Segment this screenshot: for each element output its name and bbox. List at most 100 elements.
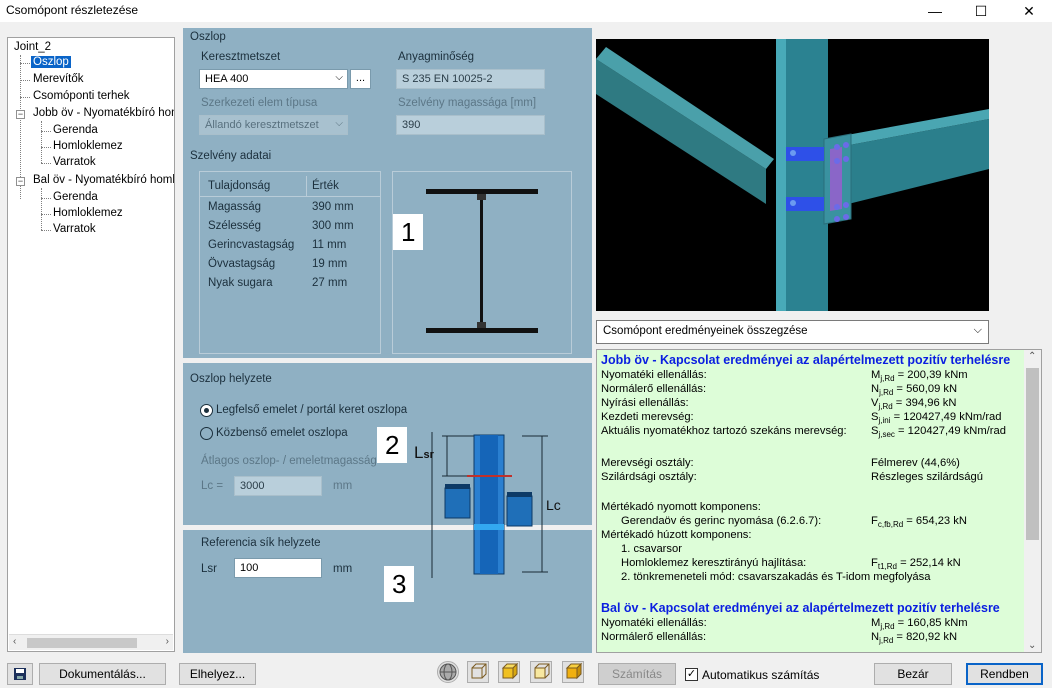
i-beam-icon [426, 189, 538, 333]
calculate-button[interactable]: Számítás [598, 663, 676, 685]
tree-item-varratok-right[interactable]: Varratok [53, 156, 96, 168]
radio-top-floor[interactable] [200, 404, 213, 417]
table-cell: 19 mm [312, 258, 348, 270]
tree-item-terhek[interactable]: Csomóponti terhek [33, 90, 130, 102]
tree-item-homloklemez-right[interactable]: Homloklemez [53, 140, 123, 152]
results-panel[interactable]: Jobb öv - Kapcsolat eredményei az alapér… [596, 349, 1042, 653]
result-value: Vj,Rd = 394,96 kN [871, 397, 957, 412]
scroll-thumb[interactable] [1026, 368, 1039, 540]
avg-height-label: Átlagos oszlop- / emeletmagasság [201, 455, 377, 467]
result-label: Nyomatéki ellenállás: [601, 617, 707, 629]
table-cell: 390 mm [312, 201, 354, 213]
wireframe-view-icon[interactable] [467, 661, 489, 683]
cross-section-value: HEA 400 [205, 73, 249, 85]
element-type-select[interactable]: Állandó keresztmetszet ⌵ [199, 115, 348, 135]
close-window-button[interactable]: ✕ [1006, 0, 1052, 22]
place-button[interactable]: Elhelyez... [179, 663, 256, 685]
lc-label: Lc = [201, 480, 224, 492]
tree-item-varratok-left[interactable]: Varratok [53, 223, 96, 235]
table-row: Övvastagság [208, 258, 276, 270]
material-field[interactable]: S 235 EN 10025-2 [396, 69, 545, 89]
title-bar: Csomópont részletezése — ☐ ✕ [0, 0, 1052, 22]
tree-item-oszlop[interactable]: Oszlop [31, 56, 71, 68]
render-globe-icon[interactable] [437, 661, 459, 683]
tension-item: Homloklemez keresztirányú hajlítása: [621, 557, 807, 569]
maximize-button[interactable]: ☐ [958, 0, 1004, 22]
result-value: Mj,Rd = 200,39 kNm [871, 369, 968, 384]
radio-mid-floor[interactable] [200, 427, 213, 440]
scroll-thumb[interactable] [27, 638, 137, 648]
result-value: Nj,Rd = 560,09 kN [871, 383, 958, 398]
marker-1: 1 [393, 214, 424, 250]
joint-tree[interactable]: Joint_2 Oszlop Merevítők Csomóponti terh… [7, 37, 175, 652]
collapse-icon[interactable]: − [16, 110, 25, 119]
transparent-view-icon[interactable] [530, 661, 552, 683]
compression-label: Mértékadó nyomott komponens: [601, 501, 761, 513]
close-button[interactable]: Bezár [874, 663, 952, 685]
collapse-icon[interactable]: − [16, 177, 25, 186]
results-vertical-scrollbar[interactable]: ⌃ ⌄ [1024, 350, 1041, 652]
scroll-right-icon[interactable]: › [166, 636, 169, 647]
element-type-label: Szerkezeti elem típusa [201, 97, 318, 109]
scroll-up-icon[interactable]: ⌃ [1028, 351, 1036, 362]
compression-item: Gerendaöv és gerinc nyomása (6.2.6.7): [621, 515, 822, 527]
lc-diagram-label: Lc [546, 497, 561, 513]
tree-item-merevitok[interactable]: Merevítők [33, 73, 84, 85]
table-cell: 300 mm [312, 220, 354, 232]
result-label: Normálerő ellenállás: [601, 631, 707, 643]
browse-section-button[interactable]: ... [350, 69, 371, 89]
col-value-header: Érték [312, 180, 339, 192]
chevron-down-icon: ⌵ [335, 118, 343, 129]
result-label: Nyírási ellenállás: [601, 397, 689, 409]
summary-select[interactable]: Csomópont eredményeinek összegzése ⌵ [596, 320, 989, 344]
cross-section-select[interactable]: HEA 400 ⌵ [199, 69, 348, 89]
3d-view[interactable] [596, 39, 989, 311]
tree-item-gerenda-right[interactable]: Gerenda [53, 124, 98, 136]
lsr-diagram-label: Lsr [414, 443, 434, 462]
tension-row: 1. csavarsor [621, 543, 682, 555]
tree-item-homloklemez-left[interactable]: Homloklemez [53, 207, 123, 219]
result-value: Mj,Rd = 160,85 kNm [871, 617, 968, 632]
col-property-header: Tulajdonság [208, 180, 271, 192]
material-label: Anyagminőség [398, 51, 475, 63]
minimize-button[interactable]: — [912, 0, 958, 22]
tree-item-gerenda-left[interactable]: Gerenda [53, 191, 98, 203]
save-button[interactable] [7, 663, 33, 685]
marker-2: 2 [377, 427, 408, 463]
ok-button[interactable]: Rendben [966, 663, 1043, 685]
checkmark-icon: ✓ [686, 668, 697, 680]
document-button[interactable]: Dokumentálás... [39, 663, 166, 685]
stiffness-label: Merevségi osztály: [601, 457, 694, 469]
auto-calc-checkbox[interactable]: ✓ [685, 668, 698, 681]
summary-select-value: Csomópont eredményeinek összegzése [603, 325, 808, 337]
strength-value: Részleges szilárdságú [871, 471, 983, 483]
3d-joint-model [596, 39, 989, 311]
lsr-label: Lsr [201, 563, 217, 575]
table-row: Szélesség [208, 220, 262, 232]
right-results-header: Jobb öv - Kapcsolat eredményei az alapér… [601, 353, 1011, 367]
tree-root[interactable]: Joint_2 [14, 41, 51, 53]
tree-horizontal-scrollbar[interactable]: ‹ › [9, 634, 173, 650]
cross-section-label: Keresztmetszet [201, 51, 281, 63]
reference-group-label: Referencia sík helyzete [201, 537, 321, 549]
table-row: Gerincvastagság [208, 239, 295, 251]
element-type-value: Állandó keresztmetszet [205, 119, 319, 131]
radio-dot-icon [204, 408, 209, 413]
table-cell: 27 mm [312, 277, 348, 289]
scroll-down-icon[interactable]: ⌄ [1028, 640, 1036, 651]
chevron-down-icon: ⌵ [973, 324, 982, 336]
left-results-header: Bal öv - Kapcsolat eredményei az alapért… [601, 601, 1000, 615]
height-field[interactable]: 390 [396, 115, 545, 135]
tension-value: Ft1,Rd = 252,14 kN [871, 557, 961, 572]
scroll-left-icon[interactable]: ‹ [13, 636, 16, 647]
shaded-view-icon[interactable] [562, 661, 584, 683]
window-title: Csomópont részletezése [6, 3, 139, 17]
tree-item-bal-ov[interactable]: Bal öv - Nyomatékbíró homlc [33, 174, 174, 186]
tree-item-jobb-ov[interactable]: Jobb öv - Nyomatékbíró homl [33, 107, 174, 119]
solid-view-icon[interactable] [498, 661, 520, 683]
result-label: Kezdeti merevség: [601, 411, 694, 423]
lsr-field[interactable]: 100 [234, 558, 322, 578]
lc-field[interactable]: 3000 [234, 476, 322, 496]
lc-unit: mm [333, 480, 353, 492]
compression-value: Fc,fb,Rd = 654,23 kN [871, 515, 967, 530]
